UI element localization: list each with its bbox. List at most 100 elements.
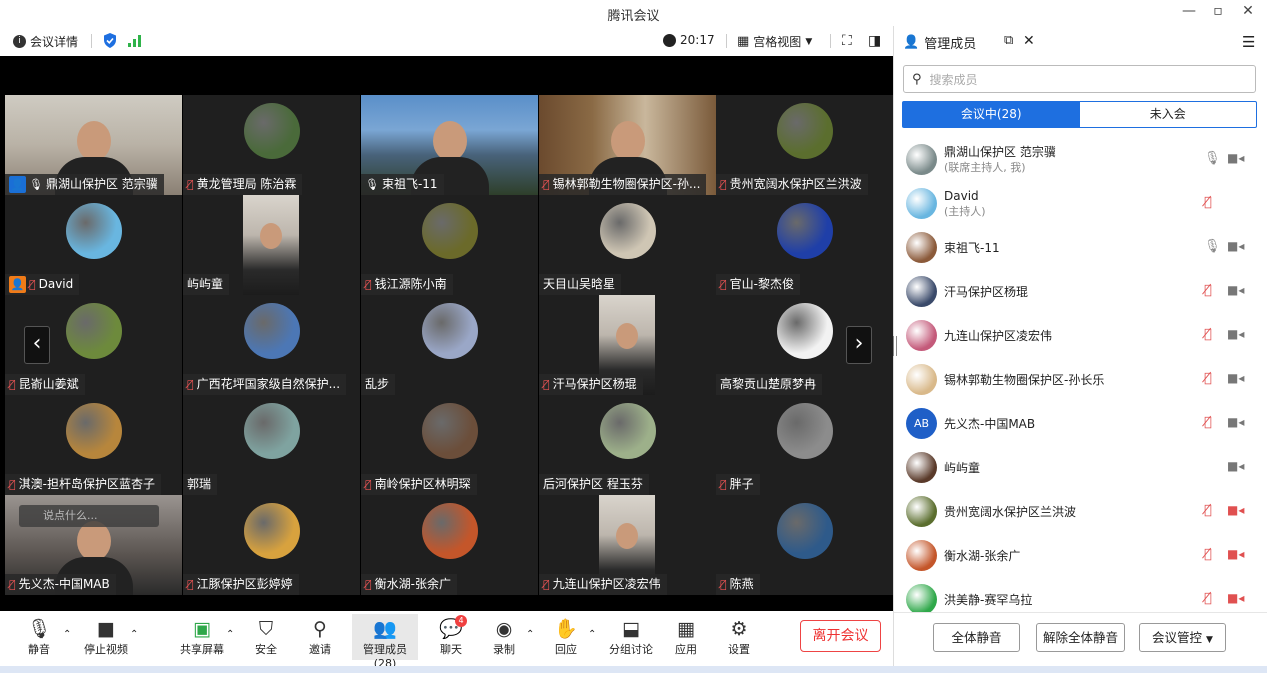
next-page-button[interactable]: › xyxy=(846,326,872,364)
mic-muted-icon[interactable]: 🎙̸ xyxy=(1204,547,1212,562)
video-tile[interactable]: 🎙̸ 锡林郭勒生物圈保护区-孙... xyxy=(539,95,716,195)
member-row[interactable]: 汗马保护区杨琨 🎙̸ ■◂ xyxy=(894,270,1267,314)
participant-name-label: 乱步 xyxy=(361,374,396,395)
microphone-icon[interactable]: 🎙 xyxy=(1204,239,1221,254)
video-tile[interactable]: 🎙̸ 钱江源陈小南 xyxy=(361,195,538,295)
record-button[interactable]: ◉ 录制 xyxy=(479,617,529,657)
mute-all-button[interactable]: 全体静音 xyxy=(933,623,1020,652)
leave-meeting-button[interactable]: 离开会议 xyxy=(800,620,881,652)
apps-button[interactable]: ▦ 应用 xyxy=(661,617,711,657)
video-camera-icon[interactable]: ■◂ xyxy=(1227,415,1244,429)
share-screen-button[interactable]: ▣ 共享屏幕 xyxy=(177,617,227,657)
signal-icon[interactable] xyxy=(128,35,142,47)
tab-in-meeting[interactable]: 会议中(28) xyxy=(903,102,1080,127)
video-tile[interactable]: 郭瑞 xyxy=(183,395,360,495)
camera-off-icon[interactable]: ■◂ xyxy=(1227,547,1244,561)
video-tile[interactable]: 👤 🎙̸ David xyxy=(5,195,182,295)
chat-button[interactable]: 💬 聊天 xyxy=(426,617,476,657)
minimize-button[interactable]: — xyxy=(1177,3,1201,19)
maximize-button[interactable]: ▫ xyxy=(1206,3,1230,19)
member-row[interactable]: 屿屿童 ■◂ xyxy=(894,446,1267,490)
member-row[interactable]: AB 先义杰-中国MAB 🎙̸ ■◂ xyxy=(894,402,1267,446)
previous-page-button[interactable]: ‹ xyxy=(24,326,50,364)
video-tile[interactable]: 🎙̸ 南岭保护区林明琛 xyxy=(361,395,538,495)
manage-members-button[interactable]: 👥 管理成员(28) xyxy=(352,614,418,670)
video-tile[interactable]: 屿屿童 xyxy=(183,195,360,295)
mute-button[interactable]: 🎙 静音 xyxy=(14,617,64,657)
video-tile[interactable]: 🎙̸ 广西花坪国家级自然保护... xyxy=(183,295,360,395)
security-button[interactable]: ⛉ 安全 xyxy=(241,617,291,657)
video-camera-icon[interactable]: ■◂ xyxy=(1227,151,1244,165)
fullscreen-icon[interactable]: ⛶ xyxy=(842,33,852,49)
share-options-caret[interactable]: ⌃ xyxy=(226,629,234,640)
close-window-button[interactable]: ✕ xyxy=(1236,3,1260,19)
video-tile[interactable]: 🎙̸ 胖子 xyxy=(716,395,893,495)
video-tile[interactable]: 🎙̸ 汗马保护区杨琨 xyxy=(539,295,716,395)
mic-muted-icon[interactable]: 🎙̸ xyxy=(1204,591,1212,606)
video-tile[interactable]: 🎙 束祖飞-11 xyxy=(361,95,538,195)
sidebar-toggle-icon[interactable]: ◨ xyxy=(868,33,881,49)
member-row[interactable]: 鼎湖山保护区 范宗骥 (联席主持人, 我) 🎙 ■◂ xyxy=(894,138,1267,182)
menu-icon[interactable]: ☰ xyxy=(1242,33,1255,51)
record-options-caret[interactable]: ⌃ xyxy=(526,629,534,640)
video-tile[interactable]: 后河保护区 程玉芬 xyxy=(539,395,716,495)
mic-muted-icon[interactable]: 🎙̸ xyxy=(1204,195,1212,210)
chat-label: 聊天 xyxy=(440,643,462,656)
participant-name-label: 🎙̸ 锡林郭勒生物圈保护区-孙... xyxy=(539,174,707,195)
video-tile[interactable]: 🎙̸ 衡水湖-张余广 xyxy=(361,495,538,595)
popout-icon[interactable]: ⧉ xyxy=(1004,33,1013,48)
video-tile[interactable]: 乱步 xyxy=(361,295,538,395)
microphone-icon[interactable]: 🎙 xyxy=(1204,151,1221,166)
video-tile[interactable]: 🎙̸ 九连山保护区凌宏伟 xyxy=(539,495,716,595)
video-camera-icon[interactable]: ■◂ xyxy=(1227,239,1244,253)
mic-muted-icon[interactable]: 🎙̸ xyxy=(1204,327,1212,342)
member-row[interactable]: 贵州宽阔水保护区兰洪波 🎙̸ ■◂ xyxy=(894,490,1267,534)
view-mode-dropdown[interactable]: ▦ 宫格视图 ▼ xyxy=(737,33,812,50)
security-shield-icon[interactable] xyxy=(103,33,117,48)
mic-muted-icon[interactable]: 🎙̸ xyxy=(1204,371,1212,386)
video-tile[interactable]: 🎙̸ 官山-黎杰俊 xyxy=(716,195,893,295)
member-row[interactable]: 衡水湖-张余广 🎙̸ ■◂ xyxy=(894,534,1267,578)
camera-off-icon[interactable]: ■◂ xyxy=(1227,503,1244,517)
video-camera-icon[interactable]: ■◂ xyxy=(1227,459,1244,473)
video-tile[interactable]: 🎙̸ 陈燕 xyxy=(716,495,893,595)
stop-video-button[interactable]: ■ 停止视频 xyxy=(81,617,131,657)
video-tile[interactable]: 🎙̸ 江豚保护区彭婷婷 xyxy=(183,495,360,595)
mic-muted-icon[interactable]: 🎙̸ xyxy=(1204,283,1212,298)
member-role: (主持人) xyxy=(944,205,986,218)
member-row[interactable]: 锡林郭勒生物圈保护区-孙长乐 🎙̸ ■◂ xyxy=(894,358,1267,402)
member-row[interactable]: 束祖飞-11 🎙 ■◂ xyxy=(894,226,1267,270)
mic-muted-icon[interactable]: 🎙̸ xyxy=(1204,415,1212,430)
chat-input-bubble[interactable]: 说点什么... xyxy=(19,505,159,527)
video-tile[interactable]: 🎙̸ 淇澳-担杆岛保护区蓝杏子 xyxy=(5,395,182,495)
video-camera-icon[interactable]: ■◂ xyxy=(1227,283,1244,297)
member-row[interactable]: 九连山保护区凌宏伟 🎙̸ ■◂ xyxy=(894,314,1267,358)
panel-resize-handle[interactable] xyxy=(893,336,897,356)
breakout-rooms-button[interactable]: ⬓ 分组讨论 xyxy=(603,617,659,657)
mute-options-caret[interactable]: ⌃ xyxy=(63,629,71,640)
video-tile[interactable]: 🎙̸ 贵州宽阔水保护区兰洪波 xyxy=(716,95,893,195)
member-search-input[interactable]: ⚲ 搜索成员 xyxy=(903,65,1256,93)
member-row[interactable]: David (主持人) 🎙̸ xyxy=(894,182,1267,226)
close-panel-icon[interactable]: ✕ xyxy=(1023,33,1035,49)
settings-button[interactable]: ⚙ 设置 xyxy=(714,617,764,657)
meeting-control-dropdown[interactable]: 会议管控 ▼ xyxy=(1139,623,1226,652)
video-options-caret[interactable]: ⌃ xyxy=(130,629,138,640)
video-tile[interactable]: 天目山吴晗星 xyxy=(539,195,716,295)
tab-not-joined[interactable]: 未入会 xyxy=(1080,102,1257,127)
video-camera-icon[interactable]: ■◂ xyxy=(1227,371,1244,385)
unmute-all-button[interactable]: 解除全体静音 xyxy=(1036,623,1125,652)
video-tile[interactable]: 👤 🎙 鼎湖山保护区 范宗骥 xyxy=(5,95,182,195)
meeting-info-button[interactable]: i 会议详情 xyxy=(13,33,78,50)
video-camera-icon[interactable]: ■◂ xyxy=(1227,327,1244,341)
panel-title-tab[interactable]: 👤 管理成员 xyxy=(903,33,976,52)
reaction-button[interactable]: ✋ 回应 xyxy=(541,617,591,657)
mic-muted-icon: 🎙̸ xyxy=(365,578,372,591)
video-tile[interactable]: 说点什么... 🎙̸ 先义杰-中国MAB xyxy=(5,495,182,595)
video-tile[interactable]: 🎙̸ 黄龙管理局 陈治霖 xyxy=(183,95,360,195)
mic-muted-icon[interactable]: 🎙̸ xyxy=(1204,503,1212,518)
participant-name: 昆嵛山姜斌 xyxy=(18,377,79,391)
camera-off-icon[interactable]: ■◂ xyxy=(1227,591,1244,605)
invite-button[interactable]: ⚲ 邀请 xyxy=(295,617,345,657)
reaction-options-caret[interactable]: ⌃ xyxy=(588,629,596,640)
